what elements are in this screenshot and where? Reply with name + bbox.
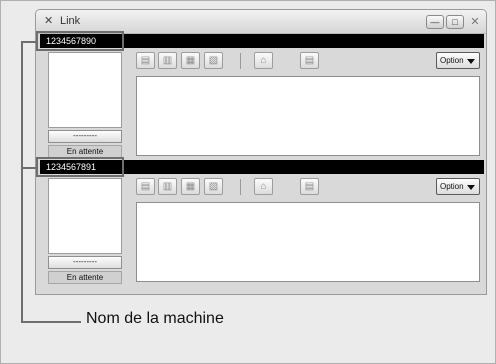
callout-line	[21, 41, 23, 323]
window-title: Link	[60, 15, 81, 27]
diagram-frame: ✕ Link — □ ✕ 1234567890 --------- En att…	[0, 0, 496, 364]
machine-preview	[48, 52, 122, 128]
callout-line	[21, 41, 36, 43]
dots-button[interactable]: ---------	[48, 256, 122, 269]
chevron-down-icon	[467, 185, 475, 190]
document-icon[interactable]: ▤	[300, 178, 319, 195]
machine-sidebar: --------- En attente	[48, 52, 122, 160]
utility-icon[interactable]: ⌂	[254, 178, 273, 195]
callout-label: Nom de la machine	[86, 310, 224, 327]
chevron-down-icon	[467, 59, 475, 64]
callout-highlight	[36, 31, 124, 51]
link-window: ✕ Link — □ ✕ 1234567890 --------- En att…	[35, 9, 487, 295]
maximize-button[interactable]: □	[446, 15, 464, 29]
printer-icon[interactable]: ▤	[136, 178, 155, 195]
scanner-icon[interactable]: ▥	[158, 52, 177, 69]
dots-button[interactable]: ---------	[48, 130, 122, 143]
machine-preview	[48, 178, 122, 254]
toolbar-separator	[240, 179, 241, 195]
utility-icon[interactable]: ⌂	[254, 52, 273, 69]
transfer-icon[interactable]: ▦	[181, 178, 200, 195]
transfer-icon[interactable]: ▦	[181, 52, 200, 69]
machine-toolbar: ▤ ▥ ▦ ▧ ⌂ ▤ Option	[136, 52, 480, 74]
machine-toolbar: ▤ ▥ ▦ ▧ ⌂ ▤ Option	[136, 178, 480, 200]
callout-line	[21, 167, 36, 169]
scanner-icon[interactable]: ▥	[158, 178, 177, 195]
close-button[interactable]: ✕	[466, 15, 484, 29]
option-label: Option	[440, 56, 464, 65]
minimize-button[interactable]: —	[426, 15, 444, 29]
machine-content-area[interactable]	[136, 202, 480, 282]
status-label: En attente	[48, 271, 122, 284]
document-icon[interactable]: ▤	[300, 52, 319, 69]
link-icon: ✕	[44, 15, 54, 27]
settings-icon[interactable]: ▧	[204, 178, 223, 195]
callout-line	[21, 321, 81, 323]
machine-panel: 1234567890 --------- En attente ▤ ▥ ▦ ▧ …	[40, 34, 484, 160]
option-label: Option	[440, 182, 464, 191]
option-dropdown[interactable]: Option	[436, 178, 480, 195]
settings-icon[interactable]: ▧	[204, 52, 223, 69]
machine-sidebar: --------- En attente	[48, 178, 122, 286]
printer-icon[interactable]: ▤	[136, 52, 155, 69]
machine-content-area[interactable]	[136, 76, 480, 156]
toolbar-separator	[240, 53, 241, 69]
option-dropdown[interactable]: Option	[436, 52, 480, 69]
callout-highlight	[36, 157, 124, 177]
machine-panel: 1234567891 --------- En attente ▤ ▥ ▦ ▧ …	[40, 160, 484, 286]
